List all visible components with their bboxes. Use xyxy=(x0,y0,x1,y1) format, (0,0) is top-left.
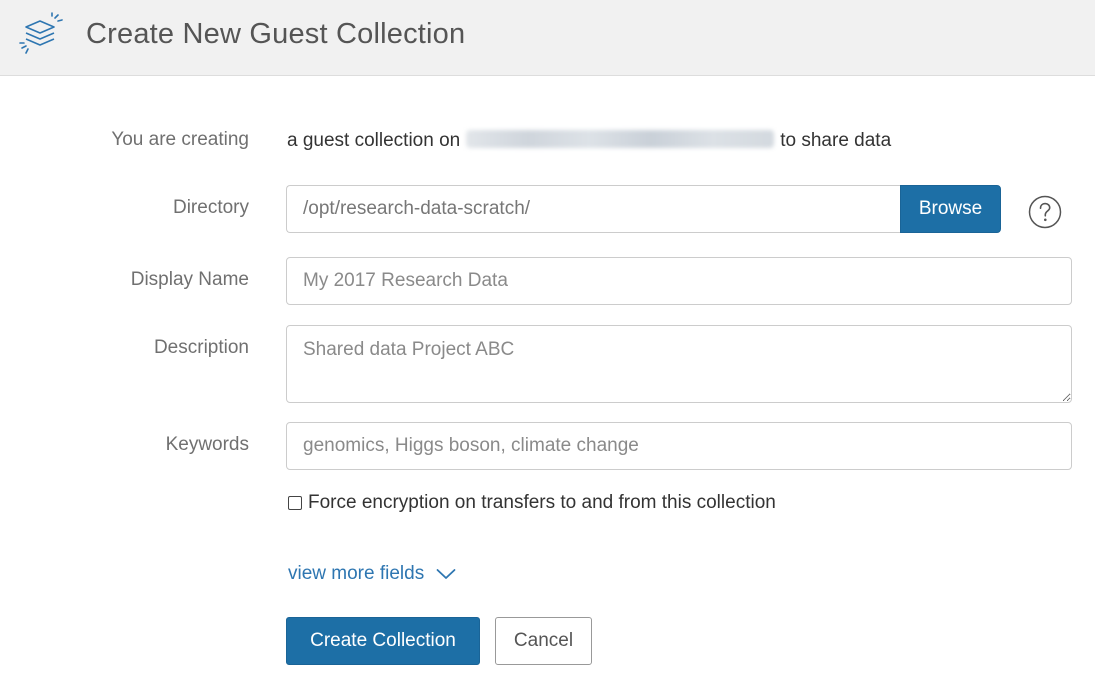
create-collection-button[interactable]: Create Collection xyxy=(286,617,480,665)
directory-input[interactable] xyxy=(286,185,902,233)
layers-icon xyxy=(19,12,63,54)
encryption-option[interactable]: Force encryption on transfers to and fro… xyxy=(288,492,776,514)
creating-label: You are creating xyxy=(111,129,249,150)
display-name-label: Display Name xyxy=(130,269,249,290)
keywords-label: Keywords xyxy=(165,434,249,455)
browse-button[interactable]: Browse xyxy=(900,185,1001,233)
endpoint-name-redacted xyxy=(466,130,775,149)
description-label: Description xyxy=(153,337,249,358)
display-name-input[interactable] xyxy=(286,257,1072,305)
encryption-label[interactable]: Force encryption on transfers to and fro… xyxy=(308,492,776,514)
directory-label: Directory xyxy=(172,197,249,218)
page-title: Create New Guest Collection xyxy=(86,18,466,50)
view-more-fields-label[interactable]: view more fields xyxy=(288,563,424,585)
creating-description: a guest collection on to share data xyxy=(287,129,891,153)
question-circle-icon[interactable] xyxy=(1028,195,1062,229)
encryption-checkbox[interactable] xyxy=(288,496,302,510)
description-textarea[interactable] xyxy=(286,325,1072,403)
cancel-button[interactable]: Cancel xyxy=(495,617,592,665)
chevron-down-icon[interactable] xyxy=(436,568,456,580)
page-header: Create New Guest Collection xyxy=(0,0,1095,76)
keywords-input[interactable] xyxy=(286,422,1072,470)
creating-prefix: a guest collection on xyxy=(287,130,461,151)
view-more-fields-link[interactable]: view more fields xyxy=(288,563,456,585)
creating-suffix: to share data xyxy=(780,130,892,151)
